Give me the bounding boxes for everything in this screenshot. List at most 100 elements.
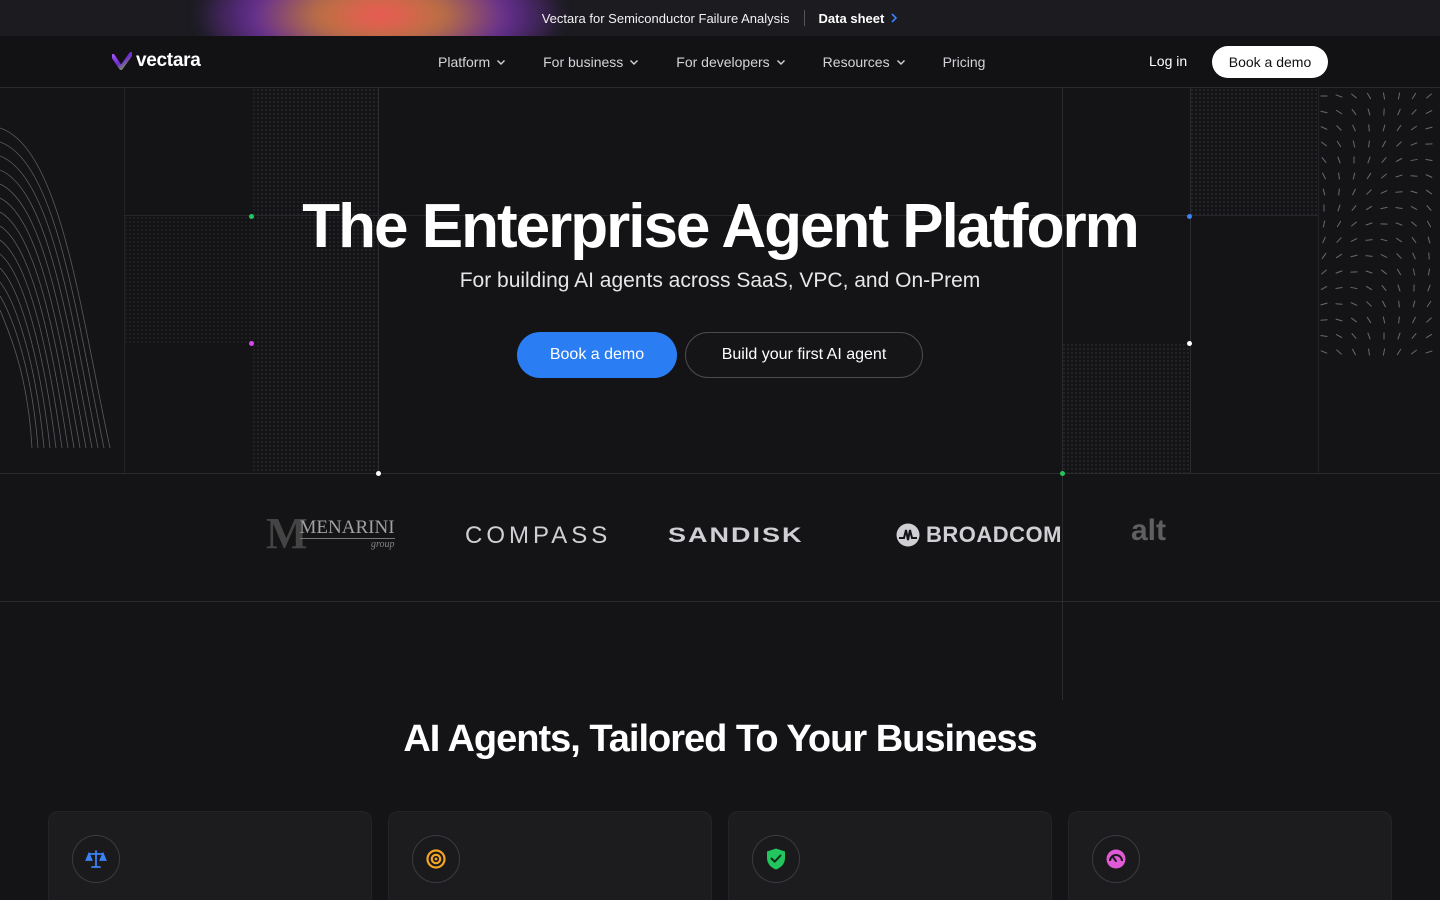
dash-mark <box>1425 158 1433 162</box>
nav-item-label: For business <box>543 54 624 70</box>
nav-item-for-developers[interactable]: For developers <box>676 54 785 70</box>
agent-card[interactable] <box>388 811 712 900</box>
dash-mark <box>1396 124 1402 132</box>
hero-section: The Enterprise Agent Platform For buildi… <box>0 88 1440 700</box>
nav-item-for-business[interactable]: For business <box>543 54 639 70</box>
dash-mark <box>1352 124 1356 132</box>
dash-mark <box>1425 174 1433 178</box>
dash-mark <box>1382 92 1386 100</box>
dash-mark <box>1351 333 1357 339</box>
dash-mark <box>1336 349 1342 355</box>
agent-card[interactable] <box>1068 811 1392 900</box>
dash-mark <box>1382 124 1386 132</box>
nav-item-resources[interactable]: Resources <box>823 54 906 70</box>
menarini-name: MENARINI <box>299 517 395 539</box>
dash-mark <box>1367 108 1371 116</box>
nav-item-label: Pricing <box>942 54 986 70</box>
dash-mark <box>1380 173 1388 179</box>
agent-card[interactable] <box>48 811 372 900</box>
dash-mark <box>1335 94 1343 98</box>
dash-mark <box>1381 140 1387 148</box>
shield-check-icon <box>767 848 785 870</box>
dash-mark <box>1321 156 1327 164</box>
grid-line <box>1062 88 1063 700</box>
broadcom-mark-icon <box>896 523 920 547</box>
hero-book-demo-button[interactable]: Book a demo <box>517 332 677 378</box>
compass-logo: COMPASS <box>465 522 611 550</box>
dash-mark <box>1426 300 1432 308</box>
dash-mark <box>1335 333 1343 339</box>
dash-mark <box>1350 302 1358 306</box>
nav-item-pricing[interactable]: Pricing <box>943 54 986 70</box>
dash-mark <box>1381 157 1387 163</box>
dash-mark <box>1352 172 1356 180</box>
agent-card[interactable] <box>728 811 1052 900</box>
dash-mark <box>1351 108 1357 116</box>
dash-mark <box>1382 300 1386 308</box>
dash-mark <box>1410 349 1418 355</box>
stipple-pattern <box>1062 343 1190 473</box>
dash-mark <box>1320 110 1328 114</box>
card-icon-wrapper <box>752 835 800 883</box>
dash-mark <box>1425 109 1433 115</box>
dash-mark <box>1320 350 1328 354</box>
dash-mark <box>1351 93 1357 99</box>
nav-book-demo-button[interactable]: Book a demo <box>1212 46 1328 78</box>
dash-mark <box>1382 348 1386 356</box>
announcement-gradient-glow <box>200 0 560 36</box>
dash-mark <box>1425 93 1433 99</box>
target-icon <box>426 849 446 869</box>
announcement-text[interactable]: Vectara for Semiconductor Failure Analys… <box>542 11 790 26</box>
chevron-down-icon <box>776 60 785 65</box>
dash-mark <box>1411 332 1417 340</box>
grid-dot-white <box>1187 341 1192 346</box>
dash-mark <box>1382 316 1386 324</box>
login-link[interactable]: Log in <box>1149 53 1187 69</box>
dash-mark <box>1336 140 1342 148</box>
chevron-down-icon <box>497 60 506 65</box>
dash-mark <box>1366 92 1372 100</box>
nav-item-platform[interactable]: Platform <box>438 54 506 70</box>
section-title: AI Agents, Tailored To Your Business <box>403 718 1037 760</box>
sandisk-wordmark: SANDISK <box>668 523 804 547</box>
dash-mark <box>1411 109 1417 115</box>
chevron-down-icon <box>896 60 905 65</box>
dash-mark <box>1335 318 1343 322</box>
dash-mark <box>1411 316 1417 324</box>
dash-mark <box>1395 174 1403 178</box>
dash-mark <box>1351 348 1357 356</box>
dash-mark <box>1352 140 1356 148</box>
data-sheet-label: Data sheet <box>818 10 885 26</box>
vectara-logo-icon <box>112 52 132 70</box>
dash-mark <box>1366 301 1372 307</box>
broadcom-wordmark: BROADCOM <box>926 522 1062 547</box>
brand-logo[interactable]: vectara <box>112 50 201 72</box>
main-nav: vectara Platform For business For develo… <box>0 36 1440 88</box>
dash-mark <box>1336 125 1342 131</box>
dash-mark <box>1320 126 1328 130</box>
dash-mark <box>1366 172 1372 180</box>
dash-mark <box>1368 140 1370 148</box>
menarini-wordmark: MENARINI group <box>299 517 395 550</box>
client-logos-strip: M MENARINI group COMPASS SANDISK BROADCO… <box>0 474 1440 602</box>
partial-client-wordmark: alt <box>1131 514 1167 547</box>
dash-mark <box>1320 141 1328 147</box>
dash-mark <box>1367 332 1371 340</box>
dash-mark <box>1366 316 1372 324</box>
scales-icon <box>85 850 107 868</box>
dash-mark <box>1320 334 1328 338</box>
dash-mark <box>1368 124 1370 132</box>
compass-wordmark: COMPASS <box>465 522 612 549</box>
nav-menu: Platform For business For developers Res… <box>438 36 985 88</box>
brand-name: vectara <box>136 50 201 71</box>
dash-mark <box>1412 300 1416 308</box>
announcement-divider <box>803 10 805 26</box>
sandisk-logo: SANDISK <box>668 520 804 551</box>
nav-item-label: Resources <box>822 54 890 70</box>
dash-mark <box>1425 126 1433 130</box>
broadcom-logo: BROADCOM <box>896 522 1062 548</box>
dash-mark <box>1397 332 1401 340</box>
data-sheet-link[interactable]: Data sheet <box>819 11 899 26</box>
build-first-agent-button[interactable]: Build your first AI agent <box>685 332 923 378</box>
chevron-down-icon <box>630 60 639 65</box>
